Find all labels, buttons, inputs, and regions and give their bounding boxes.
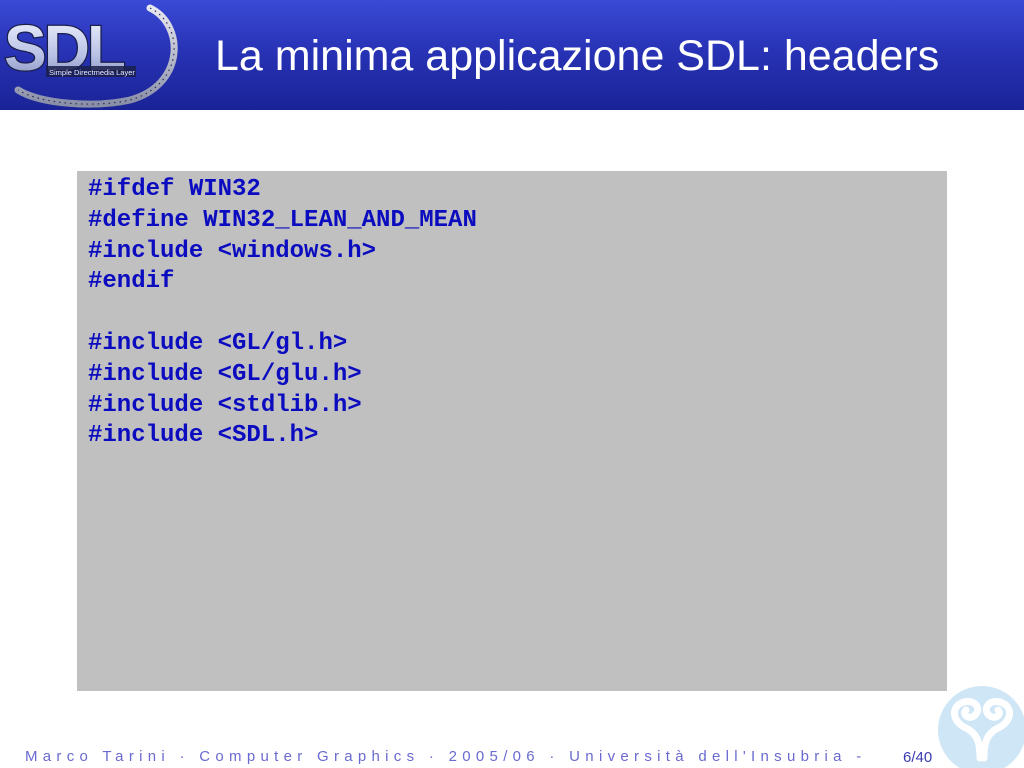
slide-title: La minima applicazione SDL: headers <box>215 32 940 80</box>
university-logo-icon <box>938 686 1024 768</box>
sdl-logo: SDL Simple Directmedia Layer <box>3 4 178 108</box>
header-bar: SDL Simple Directmedia Layer La minima a… <box>0 0 1024 110</box>
code-line: #include <SDL.h> <box>88 422 319 450</box>
code-line: #include <GL/gl.h> <box>88 329 348 357</box>
page-number: 6/40 <box>903 749 933 766</box>
code-block: #ifdef WIN32 #define WIN32_LEAN_AND_MEAN… <box>77 171 947 691</box>
logo-subtext: Simple Directmedia Layer <box>49 68 135 77</box>
code-line: #endif <box>88 268 175 296</box>
code-line: #include <windows.h> <box>88 237 377 265</box>
code-line: #include <stdlib.h> <box>88 391 362 419</box>
code-line: #include <GL/glu.h> <box>88 360 362 388</box>
code-line: #ifdef WIN32 <box>88 176 261 203</box>
code-line: #define WIN32_LEAN_AND_MEAN <box>88 206 477 234</box>
footer-text: Marco Tarini · Computer Graphics · 2005/… <box>25 748 867 765</box>
slide: SDL Simple Directmedia Layer La minima a… <box>0 0 1024 768</box>
